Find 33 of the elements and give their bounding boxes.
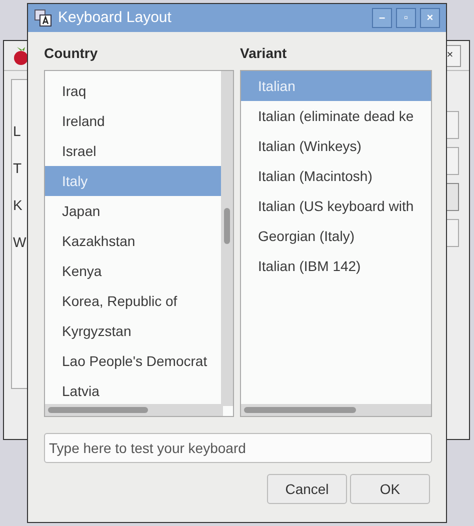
list-item[interactable]: Latvia (45, 376, 221, 406)
horizontal-scrollbar[interactable] (241, 404, 431, 416)
list-item[interactable]: Italian (US keyboard with (241, 191, 431, 221)
list-item[interactable]: Korea, Republic of (45, 286, 221, 316)
scrollbar-thumb[interactable] (244, 407, 356, 413)
test-input-field[interactable]: Type here to test your keyboard (44, 433, 432, 463)
horizontal-scrollbar[interactable] (45, 404, 223, 416)
list-item[interactable]: Kenya (45, 256, 221, 286)
list-item[interactable]: Japan (45, 196, 221, 226)
field-label: K (13, 196, 22, 215)
field-label: T (13, 159, 22, 178)
window-title: Keyboard Layout (58, 8, 172, 28)
list-item[interactable]: Italian (IBM 142) (241, 251, 431, 281)
dialog-button[interactable]: OK (350, 474, 430, 504)
list-item[interactable]: Kyrgyzstan (45, 316, 221, 346)
raspberry-icon (12, 46, 30, 66)
list-item[interactable]: Kazakhstan (45, 226, 221, 256)
list-item[interactable]: Italian (Winkeys) (241, 131, 431, 161)
scrollbar-thumb[interactable] (48, 407, 148, 413)
list-item[interactable]: Iraq (45, 76, 221, 106)
list-item[interactable]: Italian (Macintosh) (241, 161, 431, 191)
scrollbar-thumb[interactable] (224, 208, 230, 244)
list-item[interactable]: Ireland (45, 106, 221, 136)
field-label: L (13, 122, 21, 141)
keyboard-layout-icon (34, 9, 52, 27)
field-label: W (13, 233, 26, 252)
column-heading: Variant (240, 44, 288, 63)
list-item[interactable]: Georgian (Italy) (241, 221, 431, 251)
list-item[interactable]: Israel (45, 136, 221, 166)
column-heading: Country (44, 44, 99, 63)
list-item[interactable]: Italian (eliminate dead ke (241, 101, 431, 131)
list-item[interactable]: Lao People's Democrat (45, 346, 221, 376)
dialog-button[interactable]: Cancel (267, 474, 347, 504)
